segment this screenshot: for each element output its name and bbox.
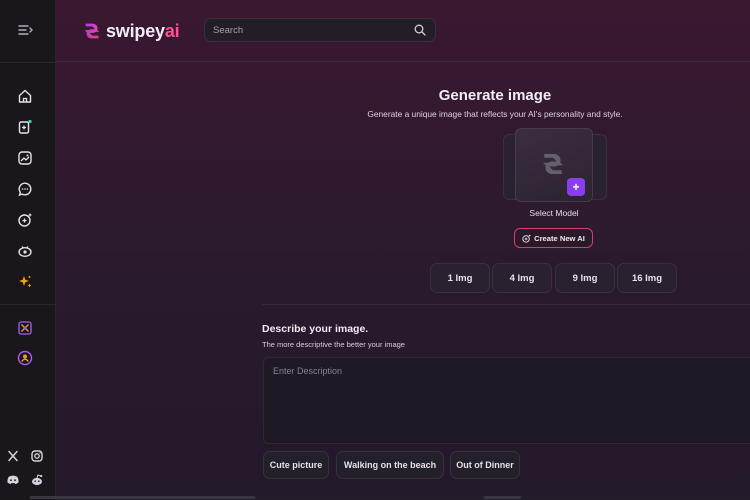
search-icon[interactable] [414,24,426,36]
logo-mark-icon [84,23,100,39]
suggestion-chip[interactable]: Cute picture [263,451,329,479]
describe-subtitle: The more descriptive the better your ima… [262,340,405,349]
gallery-icon[interactable] [17,150,33,166]
sidebar-divider [0,62,56,63]
description-input[interactable] [273,366,743,436]
instagram-icon[interactable] [29,448,45,464]
home-icon[interactable] [17,88,33,104]
count-button-16[interactable]: 16 Img [617,263,677,293]
model-selector[interactable] [503,128,607,206]
brand-name: swipeyai [106,20,180,41]
describe-title: Describe your image. [262,323,369,335]
scrollbar-thumb[interactable] [484,496,521,499]
sidebar-divider [0,304,56,305]
suggestion-chip[interactable]: Out of Dinner [450,451,520,479]
discord-icon[interactable] [5,472,21,488]
suggestion-chip[interactable]: Walking on the beach [336,451,444,479]
create-new-ai-button[interactable]: Create New AI [514,228,593,248]
count-button-4[interactable]: 4 Img [492,263,552,293]
create-ai-icon[interactable] [17,212,33,228]
description-box[interactable] [263,357,750,444]
x-icon[interactable] [5,448,21,464]
count-button-9[interactable]: 9 Img [555,263,615,293]
chat-icon[interactable] [17,181,33,197]
stack-add-icon[interactable] [17,119,33,135]
profile-icon[interactable] [17,350,33,366]
create-ai-icon [522,234,531,243]
count-button-1[interactable]: 1 Img [430,263,490,293]
search-input[interactable] [213,21,403,39]
select-model-label: Select Model [529,208,579,218]
page-title: Generate image [438,87,552,104]
section-divider [262,304,750,305]
model-placeholder-icon [543,154,563,174]
create-new-ai-label: Create New AI [534,233,585,243]
explore-icon[interactable] [17,243,33,259]
brand-logo[interactable]: swipeyai [81,18,180,44]
top-bar: swipeyai [56,0,750,62]
search-bar[interactable] [204,18,436,42]
scrollbar-track[interactable] [30,496,255,499]
sparkle-icon[interactable] [17,274,33,290]
page-subtitle: Generate a unique image that reflects yo… [367,109,623,119]
reddit-icon[interactable] [29,472,45,488]
premium-icon[interactable] [17,320,33,336]
collapse-menu-icon[interactable] [17,22,33,38]
add-model-button[interactable]: + [567,178,585,196]
